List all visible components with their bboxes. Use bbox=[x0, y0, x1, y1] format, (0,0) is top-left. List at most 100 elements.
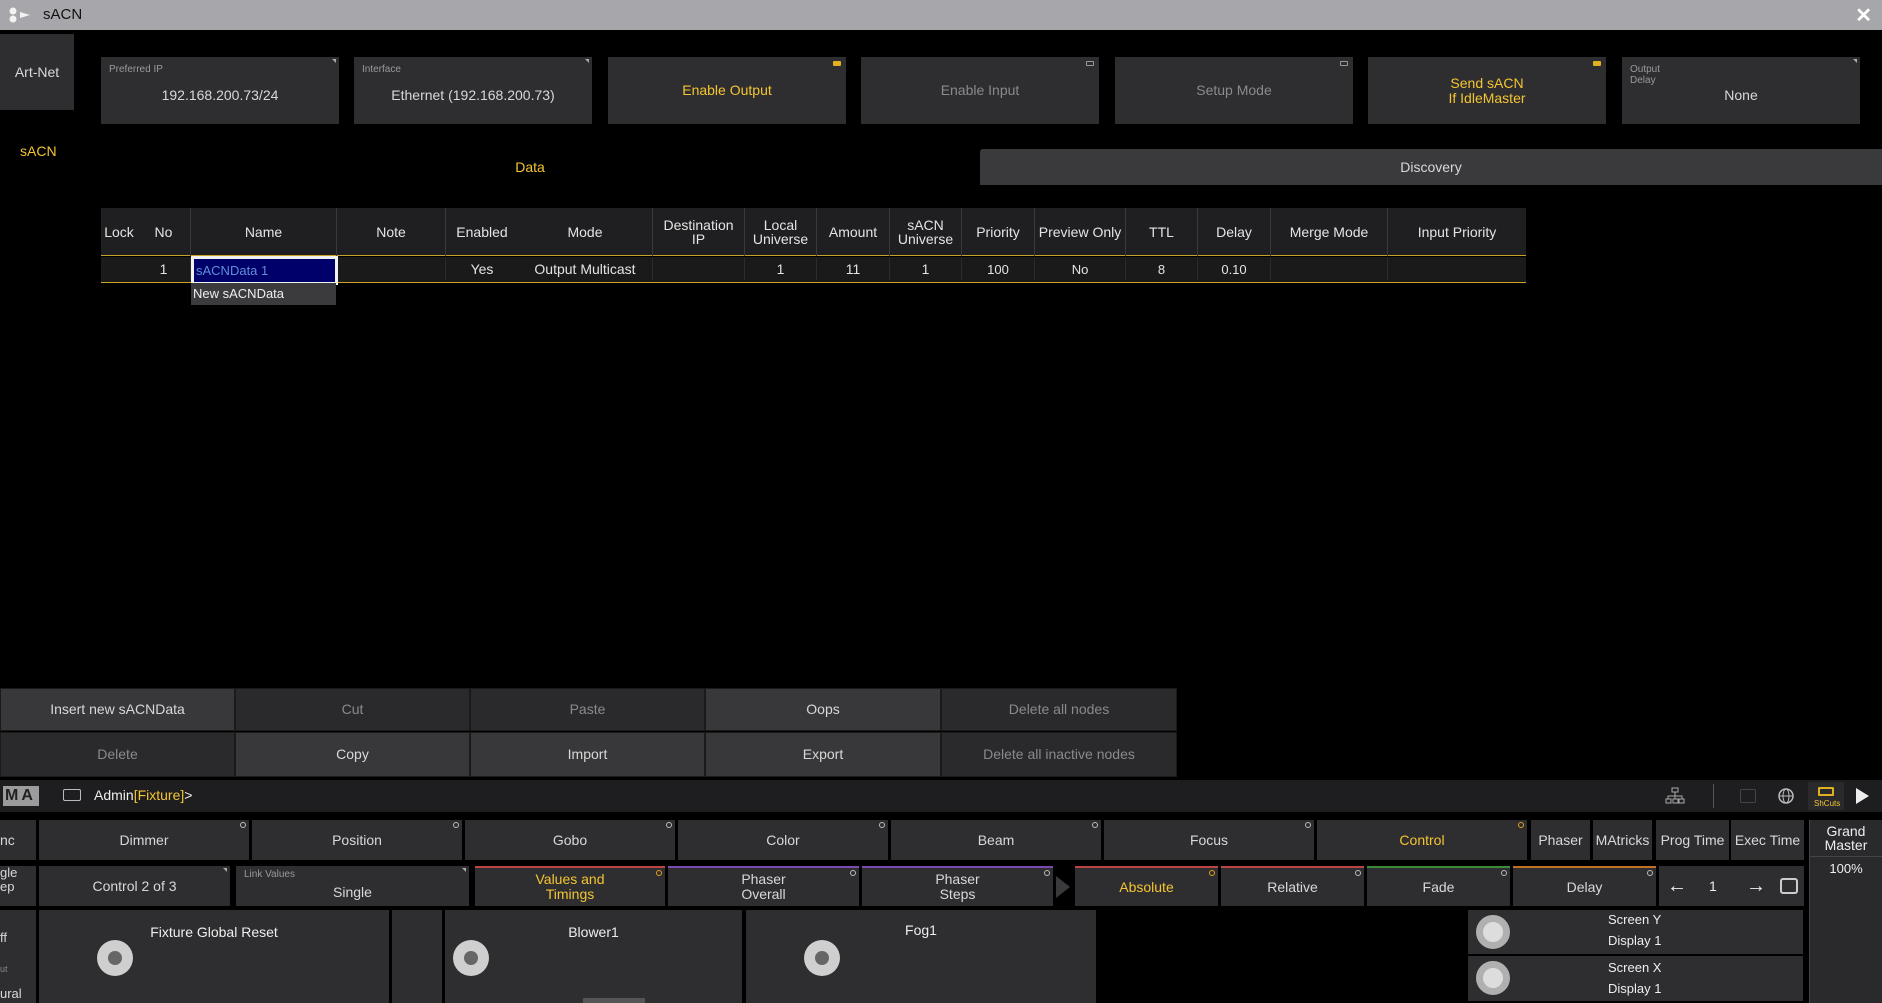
matricks-button[interactable]: MAtricks bbox=[1593, 820, 1652, 860]
oops-button[interactable]: Oops bbox=[705, 688, 941, 731]
prog-time-button[interactable]: Prog Time bbox=[1656, 820, 1729, 860]
values-timings-tab[interactable]: Values and Timings bbox=[475, 866, 665, 906]
edit-corner-icon bbox=[1853, 59, 1857, 63]
reset-icon[interactable] bbox=[1780, 878, 1798, 894]
new-row-button[interactable]: New sACNData bbox=[191, 283, 336, 305]
relative-mode-button[interactable]: Relative bbox=[1221, 866, 1364, 906]
fade-mode-button[interactable]: Fade bbox=[1367, 866, 1510, 906]
sidebar-item-artnet[interactable]: Art-Net bbox=[0, 34, 74, 110]
cell-priority[interactable]: 100 bbox=[962, 258, 1035, 280]
encoder-screen-y[interactable]: Screen Y Display 1 bbox=[1468, 910, 1803, 954]
arrow-right-icon[interactable]: → bbox=[1746, 876, 1766, 896]
exec-time-button[interactable]: Exec Time bbox=[1731, 820, 1804, 860]
preset-fixture-global-reset[interactable]: Fixture Global Reset bbox=[39, 910, 389, 1003]
preset-blower1[interactable]: Blower1 bbox=[445, 910, 742, 1003]
cell-lock[interactable] bbox=[101, 258, 137, 280]
col-preview-only[interactable]: Preview Only bbox=[1035, 208, 1126, 256]
col-no[interactable]: No bbox=[137, 208, 191, 256]
interface-field[interactable]: Interface Ethernet (192.168.200.73) bbox=[354, 57, 592, 124]
col-ttl[interactable]: TTL bbox=[1126, 208, 1198, 256]
app-menu-icon[interactable] bbox=[8, 6, 34, 24]
delete-inactive-button[interactable]: Delete all inactive nodes bbox=[941, 732, 1177, 777]
preset-fog1[interactable]: Fog1 bbox=[746, 910, 1096, 1003]
preferred-ip-field[interactable]: Preferred IP 192.168.200.73/24 bbox=[101, 57, 339, 124]
col-name[interactable]: Name bbox=[191, 208, 337, 256]
link-values-button[interactable]: Link Values Single bbox=[236, 866, 469, 906]
step-left-clip[interactable]: gle ep bbox=[0, 866, 36, 906]
dot-icon bbox=[1092, 822, 1098, 828]
export-button[interactable]: Export bbox=[705, 732, 941, 777]
cell-enabled[interactable]: Yes bbox=[446, 258, 518, 280]
col-priority[interactable]: Priority bbox=[962, 208, 1035, 256]
sidebar-item-sacn[interactable]: sACN bbox=[20, 143, 57, 159]
cell-ttl[interactable]: 8 bbox=[1126, 258, 1198, 280]
col-lock[interactable]: Lock bbox=[101, 208, 137, 256]
paste-button[interactable]: Paste bbox=[470, 688, 705, 731]
tab-data[interactable]: Data bbox=[80, 149, 980, 185]
cell-local-universe[interactable]: 1 bbox=[745, 258, 817, 280]
col-enabled[interactable]: Enabled bbox=[446, 208, 518, 256]
control-page-button[interactable]: Control 2 of 3 bbox=[39, 866, 230, 906]
delete-all-nodes-button[interactable]: Delete all nodes bbox=[941, 688, 1177, 731]
feature-focus[interactable]: Focus bbox=[1104, 820, 1314, 860]
absolute-mode-button[interactable]: Absolute bbox=[1075, 866, 1218, 906]
feature-left-clip[interactable]: nc bbox=[0, 820, 36, 860]
play-icon[interactable] bbox=[1856, 788, 1869, 804]
phaser-overall-tab[interactable]: Phaser Overall bbox=[668, 866, 859, 906]
close-icon[interactable]: ✕ bbox=[1855, 3, 1872, 28]
encoder-screen-x[interactable]: Screen X Display 1 bbox=[1468, 956, 1803, 1001]
feature-beam[interactable]: Beam bbox=[891, 820, 1101, 860]
arrow-left-icon[interactable]: ← bbox=[1667, 876, 1687, 896]
output-delay-field[interactable]: Output Delay None bbox=[1622, 57, 1860, 124]
cell-delay[interactable]: 0.10 bbox=[1198, 258, 1271, 280]
disabled-icon bbox=[1740, 789, 1756, 803]
cell-preview-only[interactable]: No bbox=[1035, 258, 1126, 280]
shortcuts-button[interactable]: ShCuts bbox=[1808, 782, 1844, 810]
cell-note[interactable] bbox=[339, 258, 446, 280]
copy-button[interactable]: Copy bbox=[235, 732, 470, 777]
scroll-indicator[interactable] bbox=[583, 998, 645, 1003]
send-sacn-button[interactable]: Send sACN If IdleMaster bbox=[1368, 57, 1606, 124]
cell-no[interactable]: 1 bbox=[137, 258, 191, 280]
enable-input-button[interactable]: Enable Input bbox=[861, 57, 1099, 124]
col-delay[interactable]: Delay bbox=[1198, 208, 1271, 256]
grand-master-fader[interactable]: Grand Master 100% bbox=[1809, 820, 1882, 1003]
cut-button[interactable]: Cut bbox=[235, 688, 470, 731]
globe-icon[interactable] bbox=[1777, 787, 1795, 805]
phaser-steps-tab[interactable]: Phaser Steps bbox=[862, 866, 1053, 906]
row3-left-clip[interactable]: ff ut ural bbox=[0, 910, 36, 1003]
enable-output-button[interactable]: Enable Output bbox=[608, 57, 846, 124]
keyboard-icon[interactable] bbox=[63, 789, 81, 801]
cell-amount[interactable]: 11 bbox=[817, 258, 890, 280]
cell-merge-mode[interactable] bbox=[1271, 258, 1388, 280]
feature-position[interactable]: Position bbox=[252, 820, 462, 860]
cell-input-priority[interactable] bbox=[1388, 258, 1526, 280]
col-mode[interactable]: Mode bbox=[518, 208, 653, 256]
delay-mode-button[interactable]: Delay bbox=[1513, 866, 1656, 906]
feature-left-clip-label: nc bbox=[0, 831, 15, 848]
feature-dimmer[interactable]: Dimmer bbox=[39, 820, 249, 860]
col-amount[interactable]: Amount bbox=[817, 208, 890, 256]
tab-discovery[interactable]: Discovery bbox=[980, 149, 1882, 185]
command-line-input[interactable]: Admin[Fixture]> bbox=[94, 787, 192, 803]
cell-destination-ip[interactable] bbox=[653, 258, 745, 280]
setup-mode-button[interactable]: Setup Mode bbox=[1115, 57, 1353, 124]
phaser-button[interactable]: Phaser bbox=[1531, 820, 1590, 860]
cell-mode[interactable]: Output Multicast bbox=[518, 258, 653, 280]
col-input-priority[interactable]: Input Priority bbox=[1388, 208, 1526, 256]
feature-gobo[interactable]: Gobo bbox=[465, 820, 675, 860]
col-destination-ip[interactable]: Destination IP bbox=[653, 208, 745, 256]
network-icon[interactable] bbox=[1665, 787, 1685, 805]
tab-discovery-label: Discovery bbox=[1400, 158, 1462, 175]
import-button[interactable]: Import bbox=[470, 732, 705, 777]
col-merge-mode[interactable]: Merge Mode bbox=[1271, 208, 1388, 256]
col-note[interactable]: Note bbox=[337, 208, 446, 256]
col-local-universe[interactable]: Local Universe bbox=[745, 208, 817, 256]
insert-button[interactable]: Insert new sACNData bbox=[0, 688, 235, 731]
feature-control[interactable]: Control bbox=[1317, 820, 1527, 860]
cell-sacn-universe[interactable]: 1 bbox=[890, 258, 962, 280]
col-sacn-universe[interactable]: sACN Universe bbox=[890, 208, 962, 256]
cell-name-editor[interactable]: sACNData 1 bbox=[191, 256, 338, 285]
delete-button[interactable]: Delete bbox=[0, 732, 235, 777]
feature-color[interactable]: Color bbox=[678, 820, 888, 860]
